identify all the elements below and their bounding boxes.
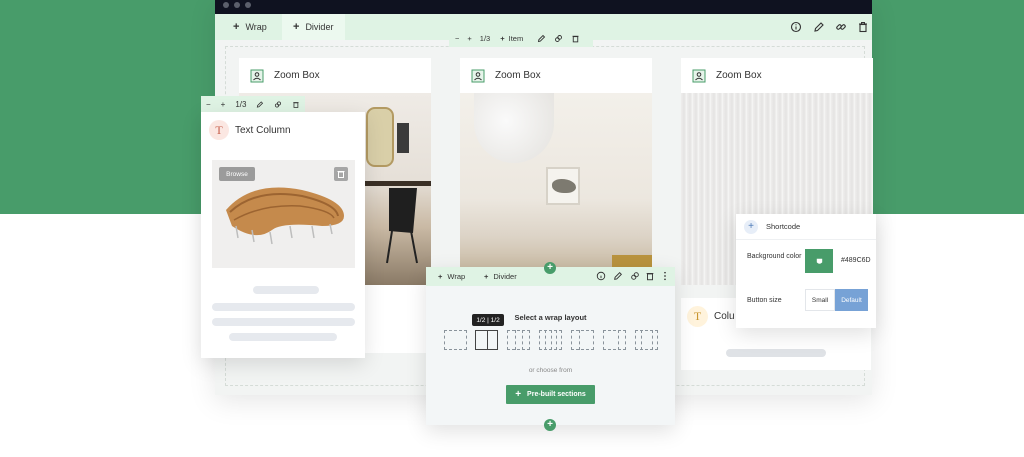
image-placeholder: Browse	[212, 160, 355, 268]
more-icon[interactable]	[662, 271, 668, 281]
select-layout-label: Select a wrap layout	[514, 313, 587, 322]
wrap-layout-panel: + Wrap + Divider Select a wrap layout 1/…	[426, 267, 675, 425]
trash-icon[interactable]	[292, 100, 300, 109]
interior-photo	[460, 93, 652, 285]
layout-options	[444, 330, 658, 350]
layout-4-columns[interactable]	[539, 330, 562, 350]
shortcode-header: + Shortcode	[736, 214, 876, 240]
add-wrap-button[interactable]: + Wrap	[438, 267, 465, 286]
link-icon[interactable]	[554, 34, 563, 43]
add-icon[interactable]: +	[744, 219, 758, 234]
add-section-button[interactable]: +	[544, 262, 556, 274]
text-column-header: T Text Column	[209, 120, 291, 140]
column-fraction: 1/3	[479, 34, 491, 43]
layout-1-column[interactable]	[444, 330, 467, 350]
button-size-label: Button size	[747, 297, 782, 304]
framed-picture	[546, 167, 580, 205]
plus-icon: +	[484, 272, 489, 281]
plus-icon: +	[293, 21, 300, 33]
item-toolbar: − + 1/3 + Item	[449, 30, 593, 47]
window-dot[interactable]	[245, 2, 251, 8]
column-fraction: 1/3	[235, 99, 247, 109]
add-divider-button[interactable]: + Divider	[293, 14, 333, 40]
card-header: Zoom Box	[681, 58, 873, 93]
plus-icon: +	[500, 34, 505, 43]
edit-icon[interactable]	[613, 271, 623, 281]
window-dot[interactable]	[223, 2, 229, 8]
image-icon	[692, 69, 706, 83]
placeholder-bar	[726, 349, 826, 357]
wrap-label: Wrap	[447, 272, 466, 281]
info-icon[interactable]	[790, 21, 802, 33]
text-column-title: Text Column	[235, 124, 291, 136]
card-title: Zoom Box	[716, 70, 762, 81]
shortcode-title: Shortcode	[766, 222, 801, 231]
card-title: Zoom Box	[495, 70, 541, 81]
prebuilt-sections-button[interactable]: + Pre-built sections	[506, 385, 595, 404]
trash-icon[interactable]	[645, 271, 655, 281]
text-column-toolbar: − + 1/3	[201, 96, 305, 112]
size-small-option[interactable]: Small	[805, 289, 835, 311]
shrink-button[interactable]: −	[455, 34, 459, 43]
layout-2-columns[interactable]	[475, 330, 498, 350]
add-section-button[interactable]: +	[544, 419, 556, 431]
divider-label: Divider	[305, 22, 334, 32]
text-icon: T	[687, 306, 708, 327]
column-title: Colu	[714, 311, 735, 322]
prebuilt-sections-label: Pre-built sections	[527, 391, 586, 398]
shrink-button[interactable]: −	[206, 100, 211, 109]
text-icon: T	[209, 120, 229, 140]
window-dot[interactable]	[234, 2, 240, 8]
trash-icon[interactable]	[571, 34, 580, 43]
layout-tooltip: 1/2 | 1/2	[472, 314, 504, 326]
trash-icon[interactable]	[857, 21, 869, 33]
link-icon[interactable]	[274, 100, 282, 109]
image-icon	[471, 69, 485, 83]
image-icon	[250, 69, 264, 83]
size-default-option[interactable]: Default	[835, 289, 868, 311]
grow-button[interactable]: +	[467, 34, 471, 43]
info-icon[interactable]	[596, 271, 606, 281]
edit-icon[interactable]	[537, 34, 546, 43]
layout-1-3-2-3[interactable]	[571, 330, 594, 350]
link-icon[interactable]	[630, 271, 640, 281]
color-hex-value[interactable]: #489C6D	[841, 257, 871, 264]
layout-1-4-1-2-1-4[interactable]	[635, 330, 658, 350]
layout-3-columns[interactable]	[507, 330, 530, 350]
shortcode-panel: + Shortcode Background color #489C6D But…	[736, 214, 876, 328]
add-item-button[interactable]: Item	[509, 34, 524, 43]
window-titlebar	[215, 0, 872, 14]
grow-button[interactable]: +	[221, 100, 226, 109]
plus-icon: +	[233, 21, 240, 33]
card-title: Zoom Box	[274, 70, 320, 81]
choose-from-label: or choose from	[528, 367, 573, 374]
plus-icon: +	[438, 272, 443, 281]
bench-image	[226, 187, 344, 245]
card-header: Zoom Box	[239, 58, 431, 93]
wrap-label: Wrap	[245, 22, 267, 32]
edit-icon[interactable]	[256, 100, 264, 109]
placeholder-bar	[229, 333, 337, 341]
text-column-card[interactable]: T Text Column Browse	[201, 112, 365, 358]
add-wrap-button[interactable]: + Wrap	[233, 14, 267, 40]
pendant-lamp-shape	[474, 93, 554, 163]
divider-label: Divider	[493, 272, 517, 281]
card-header: Zoom Box	[460, 58, 652, 93]
plus-icon: +	[515, 389, 522, 400]
link-icon[interactable]	[835, 21, 847, 33]
color-swatch[interactable]	[805, 249, 833, 273]
placeholder-bar	[212, 303, 355, 311]
placeholder-bar	[253, 286, 319, 294]
add-divider-button[interactable]: + Divider	[484, 267, 517, 286]
background-color-label: Background color	[747, 253, 802, 260]
layout-2-3-1-3[interactable]	[603, 330, 626, 350]
edit-icon[interactable]	[813, 21, 825, 33]
placeholder-bar	[212, 318, 355, 326]
